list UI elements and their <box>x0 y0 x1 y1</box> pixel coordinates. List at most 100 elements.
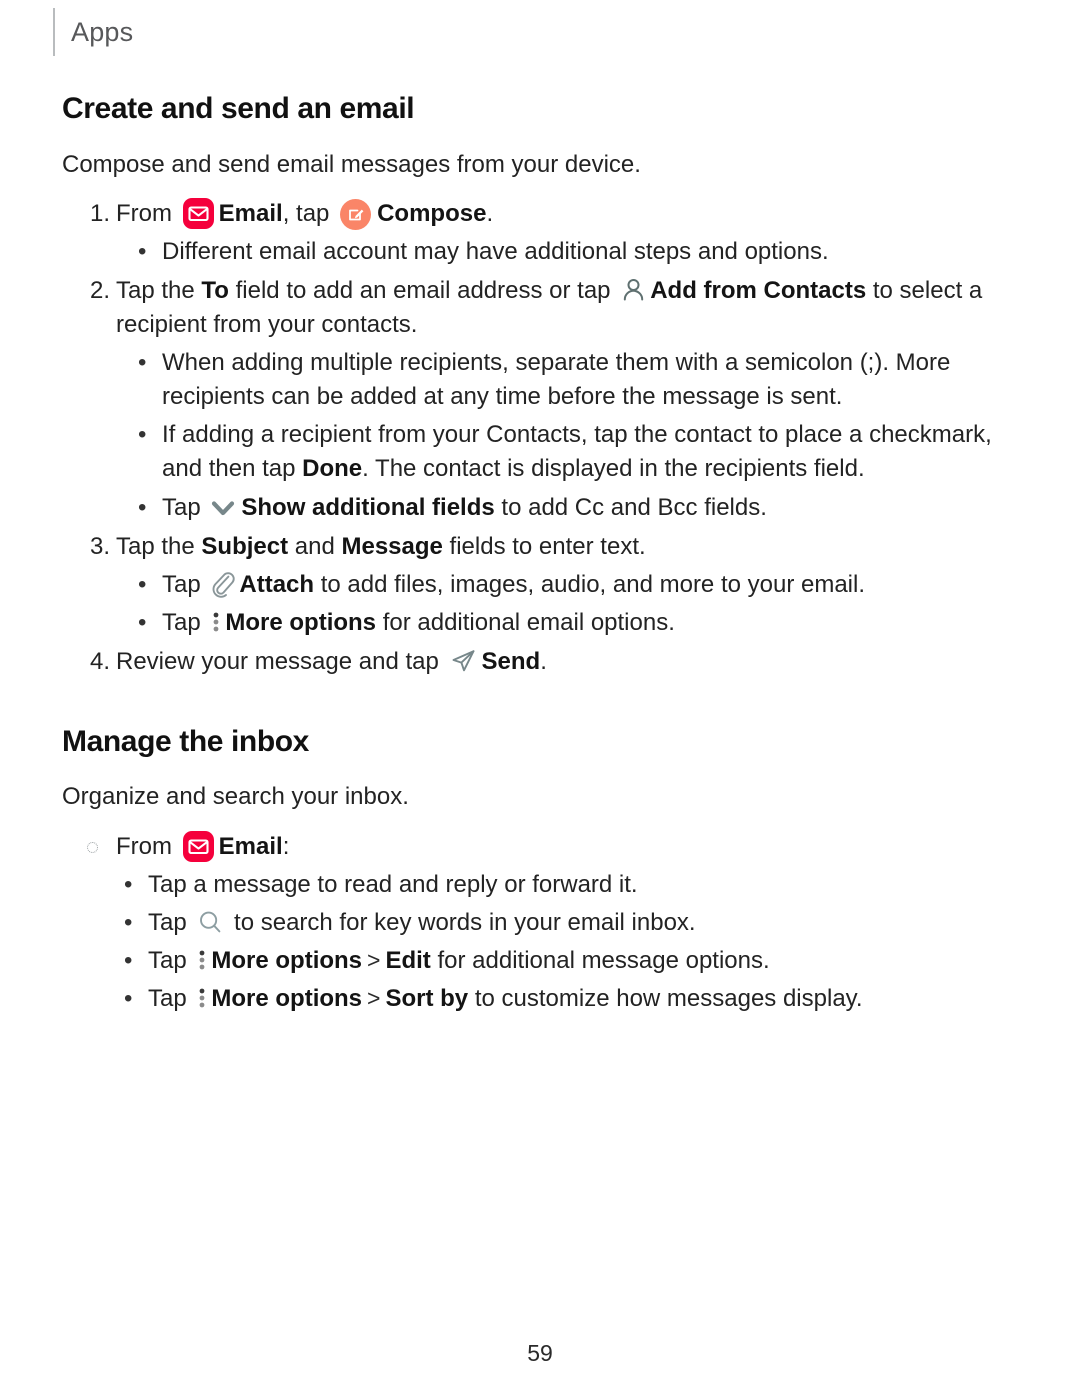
list-item: • Different email account may have addit… <box>130 235 1018 269</box>
step-text-post: . <box>486 199 494 227</box>
page-title: Create and send an email <box>62 92 415 125</box>
bullet-text-post: for additional message options. <box>437 947 770 975</box>
bullet-dot: • <box>138 570 147 598</box>
list-item: • Tap Attach to add files, images, audio… <box>130 568 1018 602</box>
bullet-bold-attach: Attach <box>239 570 315 598</box>
list-item: • Tap a message to read and reply or for… <box>116 868 1018 902</box>
step-text-mid: and <box>294 532 335 560</box>
step-text-mid: field to add an email address or tap <box>235 277 611 305</box>
breadcrumb-separator: > <box>367 985 381 1012</box>
section-intro-1: Compose and send email messages from you… <box>62 150 641 178</box>
step-item: 4. Review your message and tap Send. <box>62 645 1018 679</box>
inbox-sub-bullets: • Tap a message to read and reply or for… <box>116 868 1018 1016</box>
section-title-manage-inbox: Manage the inbox <box>62 724 309 758</box>
bullet-text-pre: Tap <box>162 570 201 598</box>
more-options-icon[interactable] <box>196 946 208 974</box>
bullet-bold-more-options: More options <box>225 608 377 636</box>
from-email-item: From Email: • Tap a message to read and … <box>62 830 1018 1016</box>
bullet-text: Tap a message to read and reply or forwa… <box>148 870 638 898</box>
step-number: 4. <box>89 647 110 675</box>
bullet-dot: • <box>138 493 147 521</box>
inbox-list: From Email: • Tap a message to read and … <box>62 830 1018 1016</box>
step-item: 1. From Email, tap Compose. • Different … <box>62 197 1018 269</box>
list-item: • If adding a recipient from your Contac… <box>130 418 1018 486</box>
bullet-bold-edit: Edit <box>385 947 431 975</box>
bullet-bold-more-options: More options <box>211 947 363 975</box>
from-text: From <box>116 832 172 860</box>
compose-icon[interactable] <box>340 198 372 230</box>
bullet-text-pre: Tap <box>148 908 187 936</box>
bullet-text-post: to add Cc and Bcc fields. <box>501 493 767 521</box>
page-number: 59 <box>527 1340 553 1366</box>
step-bold-subject: Subject <box>201 532 289 560</box>
step-number: 3. <box>89 532 110 560</box>
bullet-dot: • <box>124 985 133 1013</box>
bullet-bold-show-fields: Show additional fields <box>241 493 495 521</box>
step-text-pre: Tap the <box>116 532 195 560</box>
step-text-pre: Review your message and tap <box>116 647 439 675</box>
step-bold-message: Message <box>341 532 443 560</box>
attach-icon[interactable] <box>210 570 236 598</box>
breadcrumb-separator: > <box>367 947 381 974</box>
more-options-icon[interactable] <box>210 608 222 636</box>
list-item: • Tap to search for key words in your em… <box>116 906 1018 940</box>
page-content: Create and send an email Compose and sen… <box>62 92 1018 1020</box>
step-bold-add-contacts: Add from Contacts <box>650 277 867 305</box>
list-item: • When adding multiple recipients, separ… <box>130 346 1018 414</box>
email-app-icon[interactable] <box>182 197 214 229</box>
step-item: 2. Tap the To field to add an email addr… <box>62 274 1018 525</box>
section-intro-2: Organize and search your inbox. <box>62 783 409 811</box>
step-bold-to: To <box>201 277 229 305</box>
bullet-text-post: to add files, images, audio, and more to… <box>320 570 866 598</box>
running-head-label: Apps <box>71 16 134 47</box>
step-text-post: fields to enter text. <box>449 532 646 560</box>
bullet-dot: • <box>124 908 133 936</box>
add-from-contacts-icon[interactable] <box>620 276 647 304</box>
search-icon[interactable] <box>196 908 224 936</box>
bullet-dot: • <box>124 870 133 898</box>
bullet-dot: • <box>138 349 147 377</box>
bullet-dot: • <box>138 608 147 636</box>
steps-list-create-email: 1. From Email, tap Compose. • Different … <box>62 197 1018 679</box>
step-text-pre: Tap the <box>116 277 195 305</box>
send-icon[interactable] <box>449 647 479 675</box>
bullet-text-post: for additional email options. <box>382 608 675 636</box>
step-text-pre: From <box>116 199 172 227</box>
bullet-text-post: . The contact is displayed in the recipi… <box>362 455 865 483</box>
list-item: • Tap More options for additional email … <box>130 606 1018 640</box>
list-item: • Tap Show additional fields to add Cc a… <box>130 491 1018 525</box>
step-bold-send: Send <box>481 647 541 675</box>
list-item: • Tap More options > Sort by to customize … <box>116 982 1018 1016</box>
step-bold-email: Email <box>218 199 283 227</box>
bullet-text-post: to customize how messages display. <box>474 985 863 1013</box>
chevron-down-icon[interactable] <box>209 496 237 520</box>
bullet-dot: • <box>124 947 133 975</box>
step-text-post: . <box>540 647 547 675</box>
list-item: • Tap More options > Edit for additional m… <box>116 944 1018 978</box>
from-bold-email: Email <box>218 832 283 860</box>
bullet-text: When adding multiple recipients, separat… <box>162 349 951 411</box>
sub-bullets: • When adding multiple recipients, separ… <box>130 346 1018 524</box>
bullet-bold-done: Done <box>302 455 363 483</box>
hollow-bullet-dot <box>87 841 98 853</box>
email-app-icon[interactable] <box>182 830 214 862</box>
step-number: 1. <box>89 199 110 227</box>
step-bold-compose: Compose <box>377 199 487 227</box>
step-text-mid: , tap <box>282 199 330 227</box>
document-page: Apps Create and send an email Compose an… <box>0 0 1080 1397</box>
more-options-icon[interactable] <box>196 984 208 1012</box>
step-item: 3. Tap the Subject and Message fields to… <box>62 530 1018 640</box>
bullet-text: Different email account may have additio… <box>162 237 829 265</box>
running-head: Apps <box>53 8 133 56</box>
bullet-text-post: to search for key words in your email in… <box>234 908 696 936</box>
from-text-post: : <box>282 832 290 860</box>
bullet-text-pre: Tap <box>162 493 201 521</box>
bullet-text-pre: Tap <box>148 947 187 975</box>
sub-bullets: • Different email account may have addit… <box>130 235 1018 269</box>
bullet-bold-sort-by: Sort by <box>385 985 469 1013</box>
bullet-dot: • <box>138 421 147 449</box>
bullet-dot: • <box>138 237 147 265</box>
bullet-bold-more-options: More options <box>211 985 363 1013</box>
bullet-text-pre: Tap <box>148 985 187 1013</box>
sub-bullets: • Tap Attach to add files, images, audio… <box>130 568 1018 640</box>
